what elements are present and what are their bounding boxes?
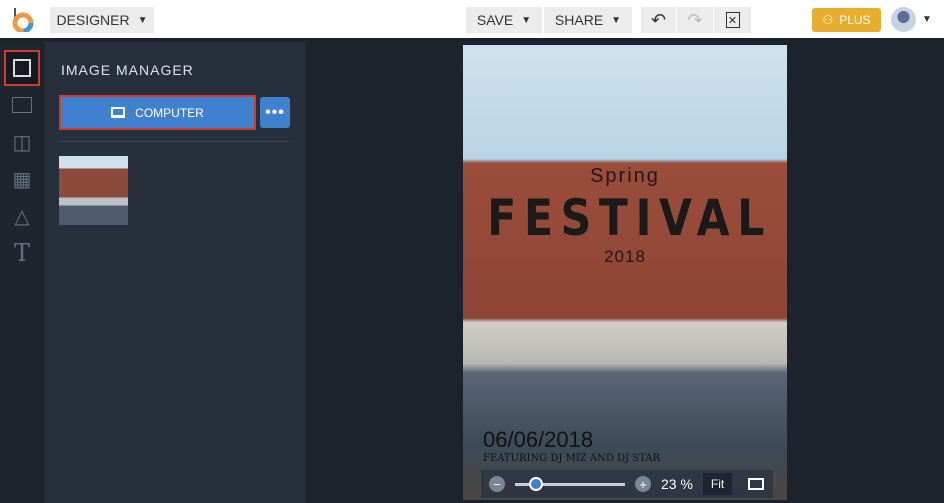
grid-tool[interactable]: ▦ <box>4 161 40 197</box>
image-manager-panel: IMAGE MANAGER COMPUTER ••• <box>45 42 305 503</box>
poster-featuring[interactable]: FEATURING DJ MIZ AND DJ STAR <box>483 453 660 464</box>
computer-label: COMPUTER <box>135 105 204 120</box>
layouts-tool[interactable]: ◫ <box>4 124 40 160</box>
logo-icon[interactable] <box>12 8 34 32</box>
monitor-icon <box>111 107 126 118</box>
caret-down-icon: ▼ <box>137 14 148 26</box>
designer-menu-button[interactable]: DESIGNER ▼ <box>50 7 154 33</box>
share-label: SHARE <box>554 12 604 28</box>
poster-year[interactable]: 2018 <box>463 247 787 267</box>
fullscreen-icon[interactable] <box>748 478 765 490</box>
redo-button[interactable]: ↷ <box>677 7 713 33</box>
caret-down-icon[interactable]: ▼ <box>922 14 932 25</box>
images-tool[interactable] <box>4 50 40 86</box>
layout-icon: ◫ <box>12 131 32 154</box>
zoom-in-button[interactable]: + <box>635 476 651 492</box>
clear-icon: ✕ <box>725 12 740 28</box>
more-options-button[interactable]: ••• <box>260 97 290 128</box>
save-label: SAVE <box>476 12 514 28</box>
plus-button[interactable]: ⚇ PLUS <box>812 8 881 32</box>
caret-down-icon: ▼ <box>611 14 622 26</box>
fit-button[interactable]: Fit <box>702 473 733 495</box>
clear-button[interactable]: ✕ <box>714 7 751 33</box>
badge-icon: ⚇ <box>822 13 834 27</box>
image-icon <box>13 59 31 77</box>
text-icon: T <box>13 239 30 267</box>
undo-icon: ↶ <box>650 9 667 30</box>
poster-festival[interactable]: FESTIVAL <box>487 189 764 247</box>
zoom-out-button[interactable]: − <box>489 476 505 492</box>
zoom-slider-handle[interactable] <box>529 476 543 491</box>
zoom-value: 23 % <box>661 476 693 492</box>
grid-icon: ▦ <box>12 168 32 191</box>
text-tool[interactable]: T <box>4 235 40 271</box>
plus-label: PLUS <box>839 13 871 27</box>
poster-date[interactable]: 06/06/2018 <box>483 427 593 453</box>
tool-rail: ◫ ▦ △ T <box>0 42 45 503</box>
zoom-controls: − + 23 % Fit <box>481 470 773 498</box>
top-bar: DESIGNER ▼ SAVE ▼ SHARE ▼ ↶ ↷ ✕ ⚇ PLUS ▼ <box>0 0 944 40</box>
poster-spring[interactable]: Spring <box>463 165 787 188</box>
avatar[interactable] <box>891 7 916 32</box>
undo-button[interactable]: ↶ <box>641 7 676 33</box>
redo-icon: ↷ <box>687 9 703 30</box>
zoom-slider[interactable] <box>515 476 625 491</box>
image-thumbnail[interactable] <box>59 156 128 225</box>
folder-tool[interactable] <box>4 87 40 123</box>
shapes-tool[interactable]: △ <box>4 198 40 234</box>
computer-upload-button[interactable]: COMPUTER <box>59 95 256 130</box>
designer-label: DESIGNER <box>56 12 130 28</box>
panel-title: IMAGE MANAGER <box>61 62 194 78</box>
folder-icon <box>12 97 32 113</box>
triangle-icon: △ <box>14 205 30 228</box>
share-button[interactable]: SHARE ▼ <box>544 7 632 33</box>
poster-canvas[interactable]: Spring FESTIVAL 2018 06/06/2018 FEATURIN… <box>463 45 787 500</box>
caret-down-icon: ▼ <box>521 14 532 26</box>
save-button[interactable]: SAVE ▼ <box>466 7 542 33</box>
divider <box>59 141 290 142</box>
